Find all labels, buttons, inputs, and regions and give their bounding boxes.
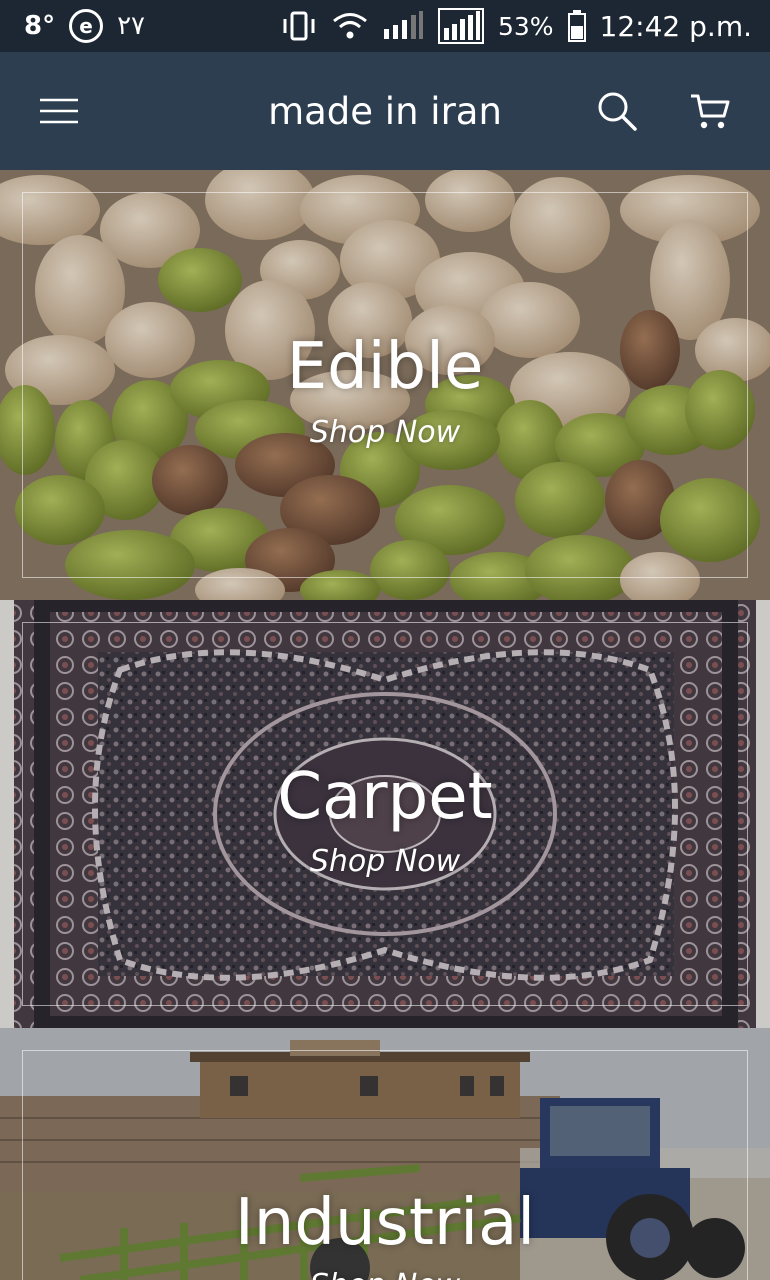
- battery-percent: 53%: [497, 11, 554, 41]
- status-bar: 8° e ۲۷ 53% 12:42 p.m.: [0, 0, 770, 52]
- search-icon: [596, 92, 638, 136]
- status-bar-right: 53% 12:42 p.m.: [280, 8, 752, 44]
- cart-button[interactable]: [690, 92, 730, 132]
- search-button[interactable]: [596, 90, 638, 132]
- notification-e-icon: e: [69, 9, 104, 43]
- temperature-readout: 8°: [24, 11, 56, 41]
- signal-sim1-icon: [382, 11, 424, 41]
- app-title: made in iran: [268, 90, 502, 133]
- category-banner-industrial[interactable]: Industrial Shop Now: [0, 1028, 770, 1280]
- category-title: Industrial: [234, 1186, 536, 1260]
- app-bar: made in iran: [0, 52, 770, 170]
- category-title: Carpet: [277, 760, 493, 834]
- notification-number: ۲۷: [117, 11, 146, 41]
- shop-now-link[interactable]: Shop Now: [0, 415, 770, 450]
- category-banner-edible[interactable]: Edible Shop Now: [0, 170, 770, 600]
- cart-icon: [690, 94, 730, 136]
- battery-icon: [567, 10, 586, 42]
- clock: 12:42 p.m.: [599, 9, 752, 43]
- shop-now-link[interactable]: Shop Now: [0, 844, 770, 879]
- status-bar-left: 8° e ۲۷: [24, 9, 145, 43]
- vibrate-icon: [280, 11, 318, 41]
- signal-sim2-icon: [437, 8, 484, 44]
- shop-now-link[interactable]: Shop Now: [0, 1268, 770, 1280]
- category-title: Edible: [286, 330, 484, 404]
- category-banner-carpet[interactable]: Carpet Shop Now: [0, 600, 770, 1028]
- wifi-icon: [332, 12, 368, 40]
